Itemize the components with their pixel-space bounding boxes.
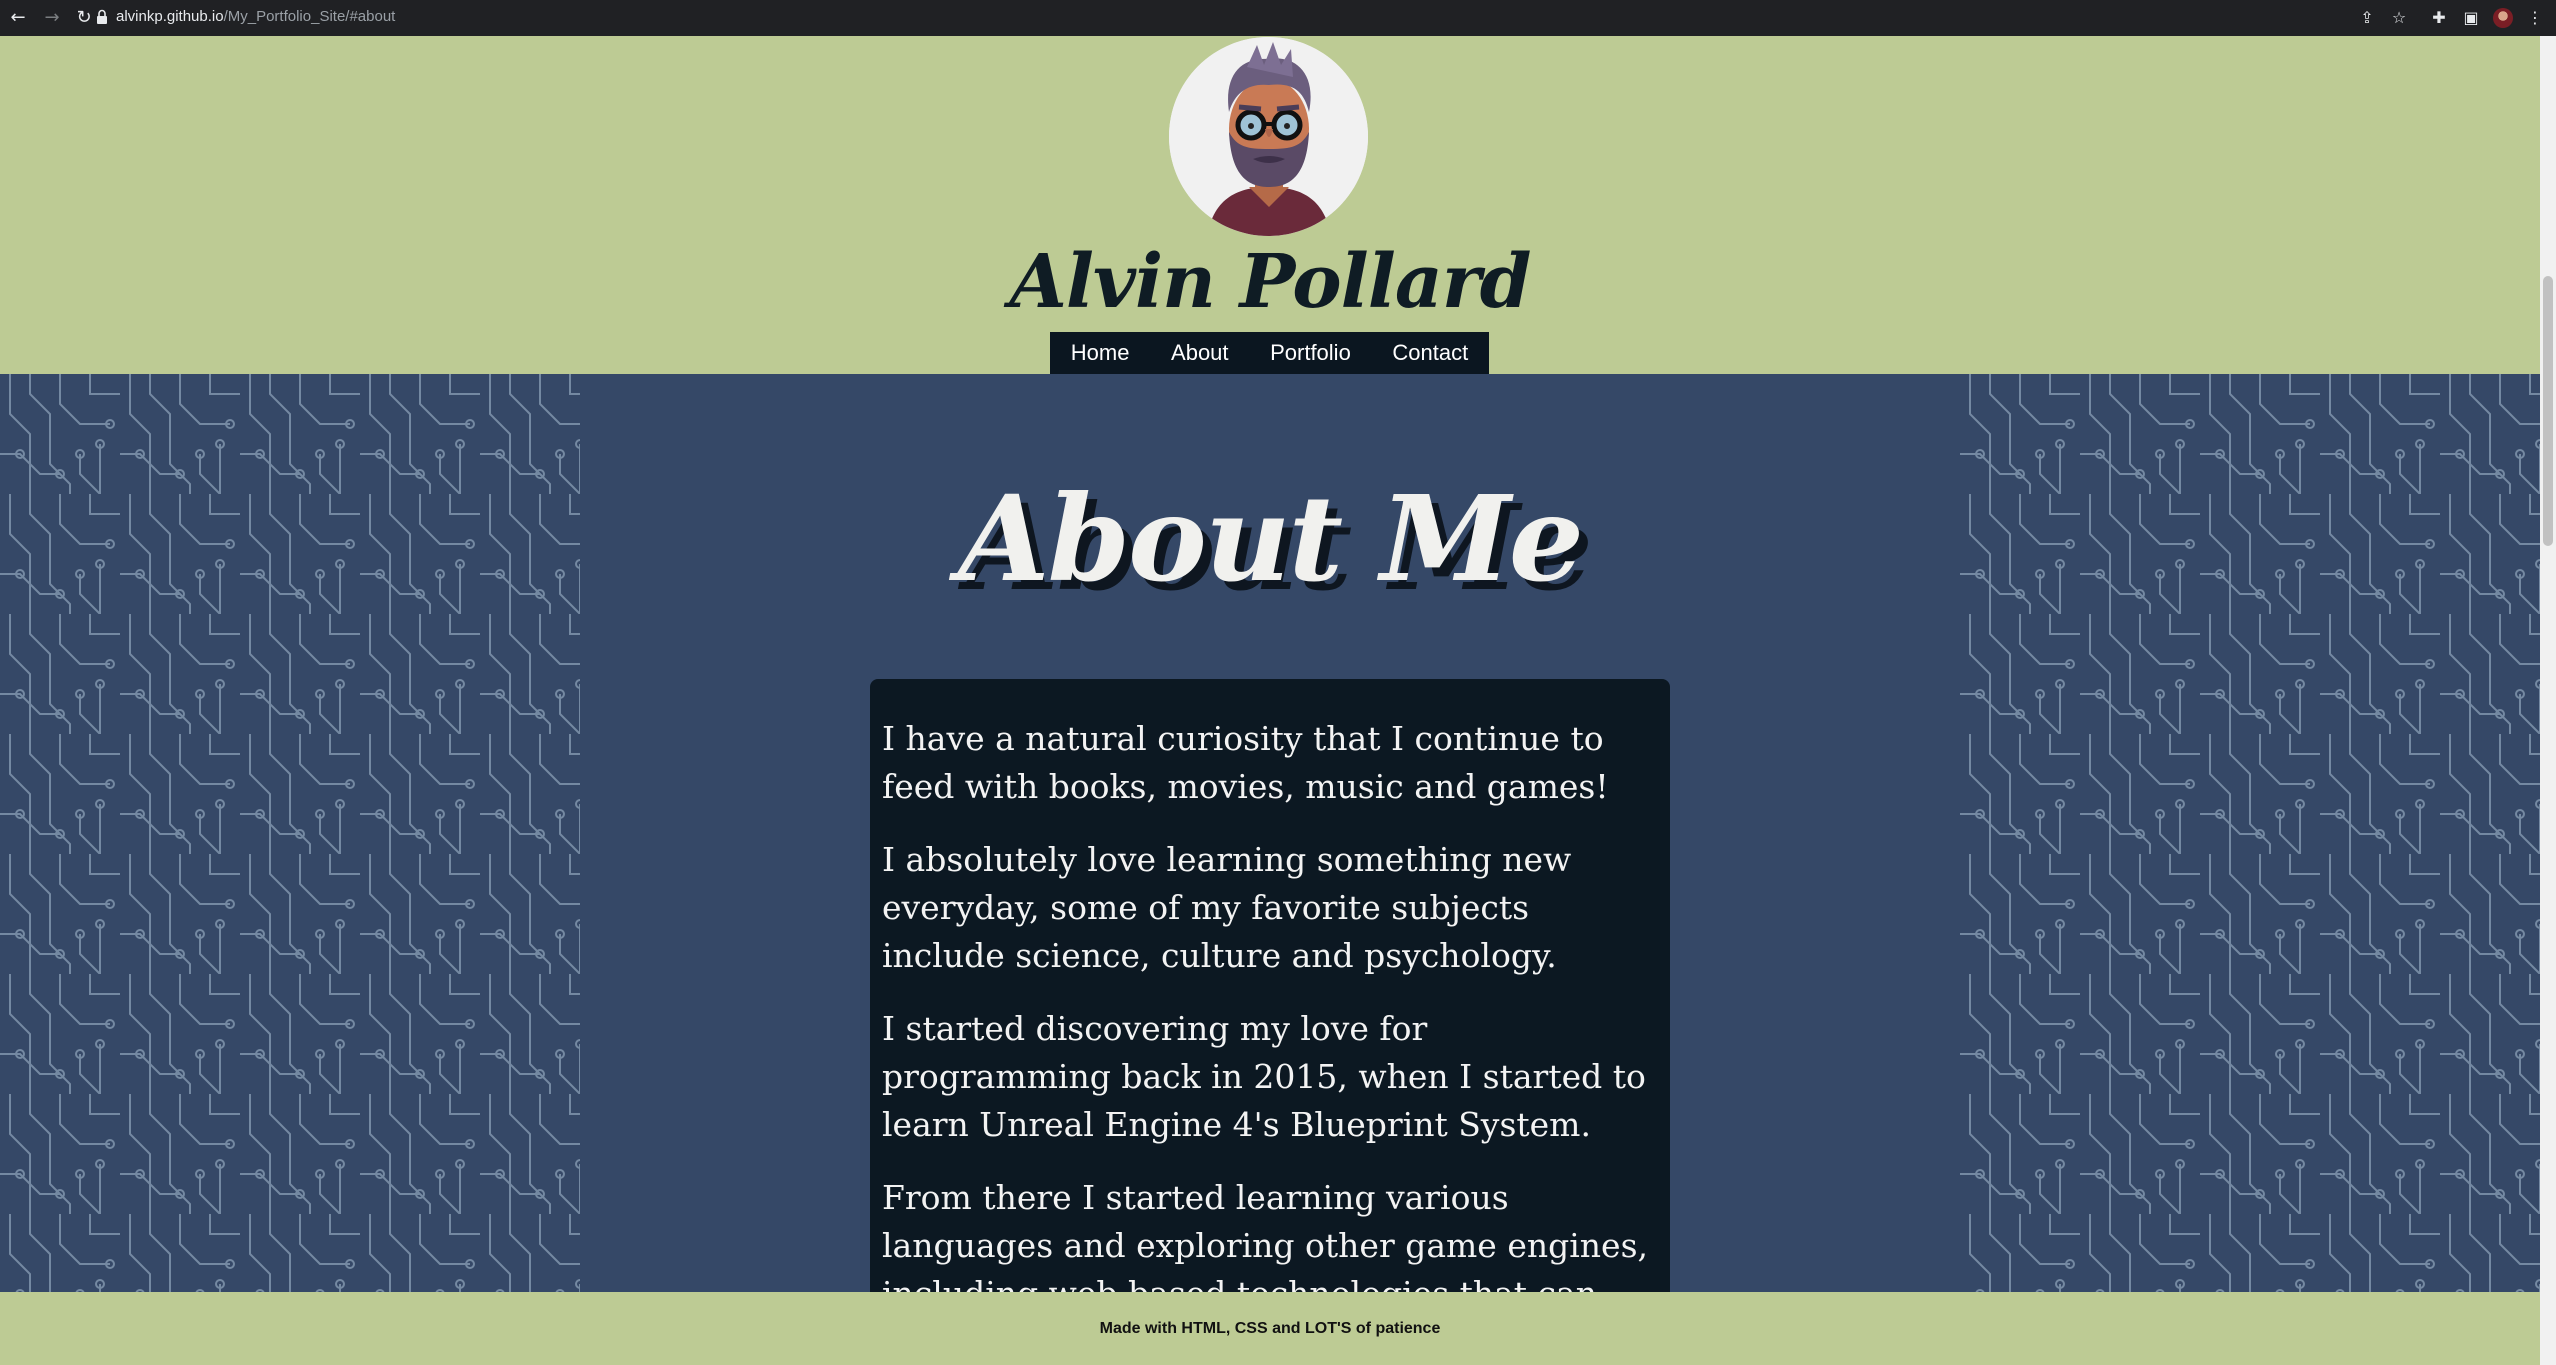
site-header: Alvin Pollard Home About Portfolio Conta… — [0, 36, 2540, 374]
url-path: /My_Portfolio_Site/#about — [223, 8, 396, 25]
profile-avatar-icon[interactable] — [2493, 8, 2513, 28]
forward-arrow-icon[interactable]: → — [40, 6, 64, 30]
reload-icon[interactable]: ↻ — [72, 6, 96, 30]
about-paragraph: I have a natural curiosity that I contin… — [882, 719, 1609, 806]
page: Alvin Pollard Home About Portfolio Conta… — [0, 36, 2540, 1365]
about-section: About Me I have a natural curiosity that… — [0, 374, 2540, 1365]
nav-about[interactable]: About — [1171, 340, 1229, 366]
avatar — [1169, 37, 1368, 236]
site-footer: Made with HTML, CSS and LOT'S of patienc… — [0, 1292, 2540, 1365]
star-icon[interactable]: ☆ — [2388, 6, 2410, 30]
lock-icon[interactable] — [96, 9, 108, 25]
share-icon[interactable]: ⇪ — [2356, 6, 2378, 30]
kebab-menu-icon[interactable]: ⋮ — [2524, 6, 2546, 30]
main-nav: Home About Portfolio Contact — [1050, 332, 1489, 374]
site-name-logo[interactable]: Alvin Pollard — [0, 232, 2540, 332]
about-paragraph: I started discovering my love for progra… — [882, 1009, 1646, 1144]
footer-text: Made with HTML, CSS and LOT'S of patienc… — [1099, 1320, 1441, 1337]
about-paragraph: I absolutely love learning something new… — [882, 840, 1572, 975]
address-bar[interactable]: alvinkp.github.io/My_Portfolio_Site/#abo… — [116, 8, 395, 25]
browser-toolbar: ← → ↻ alvinkp.github.io/My_Portfolio_Sit… — [0, 0, 2556, 36]
puzzle-icon[interactable]: ✚ — [2428, 6, 2450, 30]
nav-home[interactable]: Home — [1071, 340, 1130, 366]
nav-portfolio[interactable]: Portfolio — [1270, 340, 1351, 366]
sidebar-icon[interactable]: ▣ — [2460, 6, 2482, 30]
url-host: alvinkp.github.io — [116, 8, 224, 25]
page-scrollbar[interactable] — [2540, 36, 2556, 1365]
scrollbar-thumb[interactable] — [2543, 276, 2553, 546]
about-heading: About Me — [958, 469, 1584, 608]
nav-contact[interactable]: Contact — [1392, 340, 1468, 366]
about-card: I have a natural curiosity that I contin… — [870, 679, 1670, 1365]
back-arrow-icon[interactable]: ← — [6, 6, 30, 30]
cartoon-avatar-icon — [1169, 37, 1368, 236]
